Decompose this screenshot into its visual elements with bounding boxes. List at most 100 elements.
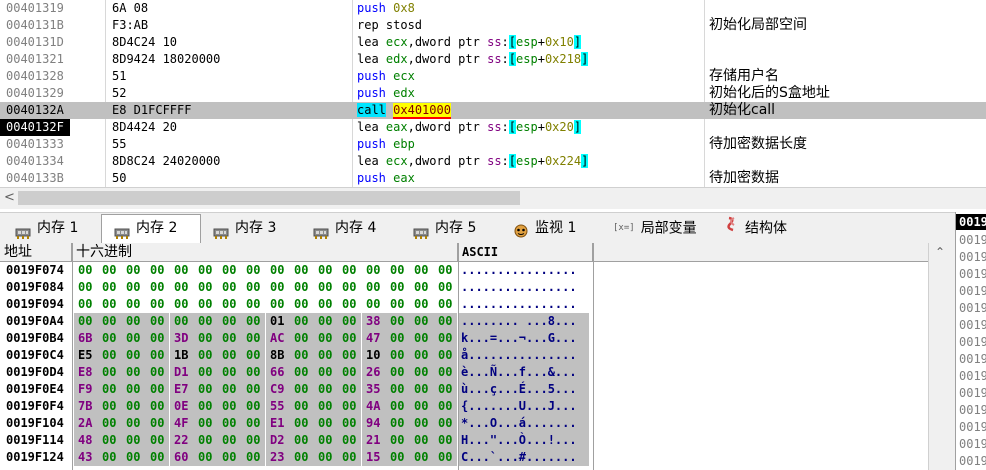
hex-byte[interactable]: 00 bbox=[222, 262, 242, 279]
disasm-instruction[interactable]: lea ecx,dword ptr ss:[esp+0x10] bbox=[357, 34, 582, 51]
hex-byte[interactable]: 00 bbox=[150, 398, 170, 415]
hex-byte[interactable]: 00 bbox=[222, 296, 242, 313]
hex-byte[interactable]: 00 bbox=[126, 296, 146, 313]
hex-byte[interactable]: 00 bbox=[294, 313, 314, 330]
hex-byte[interactable]: 00 bbox=[342, 432, 362, 449]
hex-byte[interactable]: 00 bbox=[294, 432, 314, 449]
side-panel-address[interactable]: 0019 bbox=[959, 318, 986, 332]
ascii-text[interactable]: k...=...¬...G... bbox=[459, 330, 589, 347]
hex-byte[interactable]: 00 bbox=[126, 262, 146, 279]
hex-byte[interactable]: 00 bbox=[246, 381, 266, 398]
hex-byte[interactable]: 00 bbox=[198, 432, 218, 449]
hex-byte[interactable]: 55 bbox=[270, 398, 290, 415]
hex-byte[interactable]: 00 bbox=[414, 347, 434, 364]
hex-byte[interactable]: 00 bbox=[342, 398, 362, 415]
disasm-address[interactable]: 0040131D bbox=[0, 34, 70, 51]
hex-byte[interactable]: 00 bbox=[414, 313, 434, 330]
hex-byte[interactable]: 00 bbox=[294, 347, 314, 364]
dump-row[interactable]: 0019F0D4 E8 00 00 00 D1 00 00 00 66 00 00 00 26 00 00 00… bbox=[0, 364, 955, 381]
hex-byte[interactable]: 00 bbox=[438, 381, 458, 398]
hex-byte[interactable]: 00 bbox=[270, 279, 290, 296]
hex-byte[interactable]: 00 bbox=[198, 262, 218, 279]
hex-byte[interactable]: 00 bbox=[198, 381, 218, 398]
dump-address[interactable]: 0019F074 bbox=[6, 262, 64, 279]
hex-byte[interactable]: 00 bbox=[222, 398, 242, 415]
disasm-row[interactable]: 0040132F 8D4424 20 lea eax,dword ptr ss:[e… bbox=[0, 119, 986, 136]
hex-byte[interactable]: 00 bbox=[318, 449, 338, 466]
hex-byte[interactable]: 00 bbox=[150, 381, 170, 398]
hex-byte[interactable]: 00 bbox=[318, 398, 338, 415]
hex-byte[interactable]: 00 bbox=[414, 296, 434, 313]
hex-byte[interactable]: 8B bbox=[270, 347, 290, 364]
hex-byte[interactable]: 7B bbox=[78, 398, 98, 415]
hex-byte[interactable]: 00 bbox=[102, 347, 122, 364]
hex-byte[interactable]: 00 bbox=[390, 262, 410, 279]
hex-byte[interactable]: 00 bbox=[318, 313, 338, 330]
hex-byte[interactable]: 00 bbox=[126, 279, 146, 296]
hex-byte[interactable]: 00 bbox=[438, 432, 458, 449]
disasm-row[interactable]: 00401319 6A 08 push 0x8 bbox=[0, 0, 986, 17]
hex-byte[interactable]: 1B bbox=[174, 347, 194, 364]
hex-byte[interactable]: 00 bbox=[126, 381, 146, 398]
disasm-row[interactable]: 00401328 51 push ecx 存储用户名 bbox=[0, 68, 986, 85]
hex-byte[interactable]: 00 bbox=[222, 449, 242, 466]
hex-byte[interactable]: 00 bbox=[342, 330, 362, 347]
hex-byte[interactable]: 00 bbox=[294, 262, 314, 279]
hex-byte[interactable]: 00 bbox=[366, 262, 386, 279]
hex-byte[interactable]: 00 bbox=[126, 347, 146, 364]
disasm-instruction[interactable]: push edx bbox=[357, 85, 415, 102]
hex-byte[interactable]: F9 bbox=[78, 381, 98, 398]
hex-byte[interactable]: 00 bbox=[294, 364, 314, 381]
hex-byte[interactable]: 00 bbox=[126, 330, 146, 347]
hex-byte[interactable]: 00 bbox=[246, 364, 266, 381]
hex-byte[interactable]: 00 bbox=[438, 313, 458, 330]
hex-byte[interactable]: 00 bbox=[174, 262, 194, 279]
dump-row[interactable]: 0019F094 00 00 00 00 00 00 00 00 00 00 00 00 00 00 00 00… bbox=[0, 296, 955, 313]
hex-byte[interactable]: 47 bbox=[366, 330, 386, 347]
dump-address[interactable]: 0019F0A4 bbox=[6, 313, 64, 330]
hex-byte[interactable]: 00 bbox=[126, 432, 146, 449]
hex-byte[interactable]: 00 bbox=[198, 398, 218, 415]
side-panel-current-address[interactable]: 0019 bbox=[956, 214, 986, 230]
dump-address[interactable]: 0019F0E4 bbox=[6, 381, 64, 398]
hex-byte[interactable]: E5 bbox=[78, 347, 98, 364]
hex-byte[interactable]: 00 bbox=[102, 432, 122, 449]
disasm-instruction[interactable]: lea ecx,dword ptr ss:[esp+0x224] bbox=[357, 153, 589, 170]
ascii-text[interactable]: è...Ñ...f...&... bbox=[459, 364, 589, 381]
hex-byte[interactable]: 00 bbox=[102, 296, 122, 313]
hex-byte[interactable]: 00 bbox=[102, 398, 122, 415]
hex-byte[interactable]: 00 bbox=[318, 364, 338, 381]
hex-byte[interactable]: 00 bbox=[150, 296, 170, 313]
hex-byte[interactable]: 00 bbox=[150, 432, 170, 449]
hex-byte[interactable]: 00 bbox=[294, 449, 314, 466]
hex-byte[interactable]: 00 bbox=[342, 296, 362, 313]
hex-byte[interactable]: 3D bbox=[174, 330, 194, 347]
hex-byte[interactable]: 00 bbox=[318, 347, 338, 364]
memory-dump-pane[interactable]: 地址 十六进制 ASCII 0019F074 00 00 00 00 00 00 00 00 00… bbox=[0, 243, 955, 470]
hex-byte[interactable]: 00 bbox=[414, 279, 434, 296]
hex-byte[interactable]: 00 bbox=[102, 449, 122, 466]
side-panel-address[interactable]: 0019 bbox=[959, 454, 986, 468]
hex-byte[interactable]: 00 bbox=[78, 296, 98, 313]
disasm-row[interactable]: 00401334 8D8C24 24020000 lea ecx,dword ptr… bbox=[0, 153, 986, 170]
hex-byte[interactable]: AC bbox=[270, 330, 290, 347]
hex-column-header[interactable]: 十六进制 bbox=[72, 243, 458, 262]
side-panel-address[interactable]: 0019 bbox=[959, 284, 986, 298]
hex-byte[interactable]: E1 bbox=[270, 415, 290, 432]
hex-byte[interactable]: 00 bbox=[222, 279, 242, 296]
hex-byte[interactable]: 00 bbox=[150, 330, 170, 347]
hex-byte[interactable]: 00 bbox=[318, 381, 338, 398]
hex-byte[interactable]: 01 bbox=[270, 313, 290, 330]
hex-byte[interactable]: E7 bbox=[174, 381, 194, 398]
hex-byte[interactable]: 6B bbox=[78, 330, 98, 347]
hex-byte[interactable]: C9 bbox=[270, 381, 290, 398]
side-panel-address[interactable]: 0019 bbox=[959, 369, 986, 383]
hex-byte[interactable]: 00 bbox=[414, 415, 434, 432]
hex-byte[interactable]: 00 bbox=[246, 296, 266, 313]
scrollbar-thumb[interactable] bbox=[18, 191, 520, 205]
hex-byte[interactable]: 00 bbox=[270, 262, 290, 279]
hex-byte[interactable]: 00 bbox=[438, 415, 458, 432]
hex-byte[interactable]: 00 bbox=[198, 449, 218, 466]
hex-byte[interactable]: 00 bbox=[438, 330, 458, 347]
hex-byte[interactable]: 00 bbox=[198, 415, 218, 432]
